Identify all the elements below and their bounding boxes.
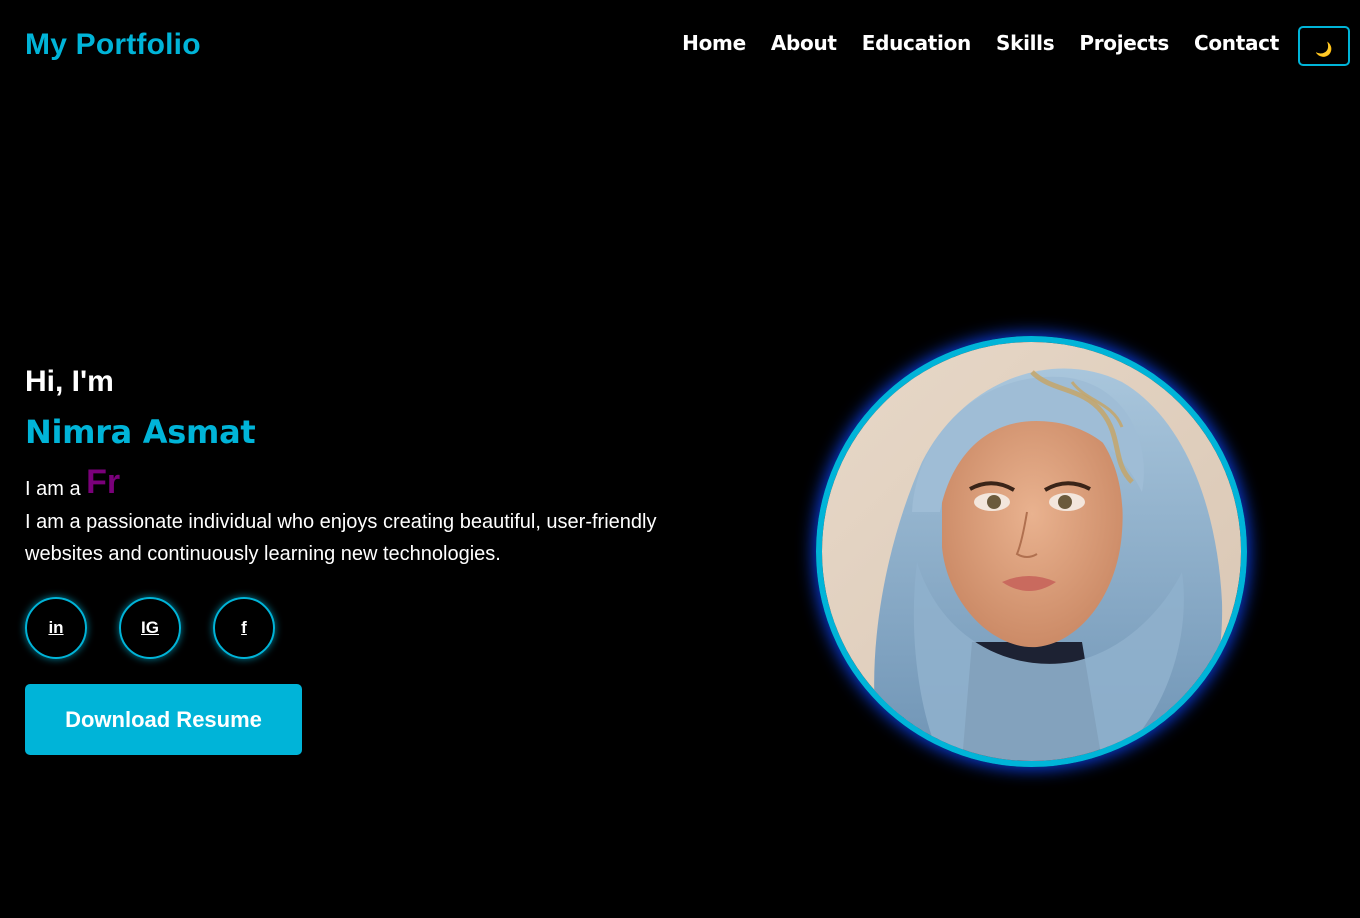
hero-text: Hi, I'm Nimra Asmat I am a Fr I am a pas…	[25, 364, 725, 570]
nav-item-contact: Contact	[1194, 31, 1279, 55]
linkedin-icon[interactable]: in	[25, 597, 87, 659]
role-typed-text: Fr	[86, 463, 121, 501]
avatar-illustration	[822, 342, 1241, 761]
nav-link-projects[interactable]: Projects	[1079, 31, 1169, 55]
download-resume-button[interactable]: Download Resume	[25, 684, 302, 755]
facebook-icon[interactable]: f	[213, 597, 275, 659]
nav-link-education[interactable]: Education	[862, 31, 972, 55]
nav-item-projects: Projects	[1079, 31, 1169, 55]
nav-links: Home About Education Skills Projects Con…	[682, 31, 1279, 55]
nav-link-skills[interactable]: Skills	[996, 31, 1055, 55]
nav-link-about[interactable]: About	[771, 31, 837, 55]
nav-item-education: Education	[862, 31, 972, 55]
hero-name: Nimra Asmat	[25, 413, 256, 451]
navbar: My Portfolio Home About Education Skills…	[0, 0, 1360, 92]
hero-bio: I am a passionate individual who enjoys …	[25, 511, 657, 565]
hero-role-line: I am a Fr	[25, 463, 725, 501]
theme-toggle-button[interactable]: 🌙	[1298, 26, 1350, 66]
nav-item-home: Home	[682, 31, 746, 55]
instagram-icon[interactable]: IG	[119, 597, 181, 659]
nav-link-home[interactable]: Home	[682, 31, 746, 55]
moon-icon: 🌙	[1315, 40, 1333, 57]
site-logo[interactable]: My Portfolio	[25, 28, 201, 62]
role-prefix: I am a	[25, 478, 81, 500]
hero-greeting: Hi, I'm	[25, 365, 114, 398]
profile-avatar	[816, 336, 1247, 767]
nav-item-skills: Skills	[996, 31, 1055, 55]
nav-link-contact[interactable]: Contact	[1194, 31, 1279, 55]
nav-item-about: About	[771, 31, 837, 55]
social-links: in IG f	[25, 597, 275, 659]
